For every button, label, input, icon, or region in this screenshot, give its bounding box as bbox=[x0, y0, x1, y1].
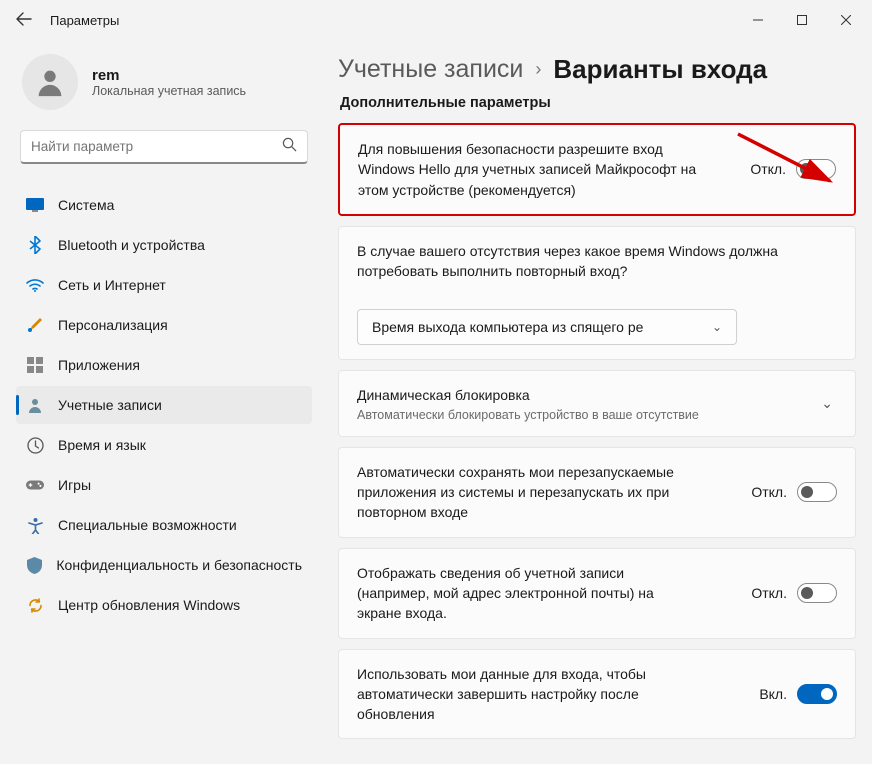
maximize-icon bbox=[797, 15, 807, 25]
toggle-account-info[interactable] bbox=[797, 583, 837, 603]
window-title: Параметры bbox=[50, 13, 119, 28]
person-icon bbox=[26, 396, 44, 414]
sidebar-item-windows-update[interactable]: Центр обновления Windows bbox=[16, 586, 312, 624]
sidebar-item-gaming[interactable]: Игры bbox=[16, 466, 312, 504]
toggle-state-label: Откл. bbox=[751, 484, 787, 500]
card-dynamic-lock[interactable]: Динамическая блокировка Автоматически бл… bbox=[338, 370, 856, 436]
search-icon bbox=[282, 137, 297, 157]
card-require-signin: В случае вашего отсутствия через какое в… bbox=[338, 226, 856, 361]
section-heading: Дополнительные параметры bbox=[340, 95, 856, 111]
sidebar-item-accessibility[interactable]: Специальные возможности bbox=[16, 506, 312, 544]
sidebar-item-label: Конфиденциальность и безопасность bbox=[56, 557, 302, 573]
sidebar-item-label: Время и язык bbox=[58, 437, 146, 453]
breadcrumb: Учетные записи › Варианты входа bbox=[338, 54, 856, 85]
close-icon bbox=[841, 15, 851, 25]
sidebar: rem Локальная учетная запись Система Blu… bbox=[0, 40, 320, 764]
accessibility-icon bbox=[26, 516, 44, 534]
search-input[interactable] bbox=[31, 139, 282, 154]
card-text: В случае вашего отсутствия через какое в… bbox=[357, 241, 837, 282]
card-text: Отображать сведения об учетной записи (н… bbox=[357, 563, 697, 624]
sidebar-item-label: Приложения bbox=[58, 357, 140, 373]
sidebar-item-label: Система bbox=[58, 197, 114, 213]
card-show-account-info: Отображать сведения об учетной записи (н… bbox=[338, 548, 856, 639]
dropdown-value: Время выхода компьютера из спящего ре bbox=[372, 319, 643, 335]
sidebar-item-system[interactable]: Система bbox=[16, 186, 312, 224]
chevron-down-icon[interactable]: ⌄ bbox=[817, 395, 837, 412]
toggle-state-label: Откл. bbox=[751, 585, 787, 601]
sidebar-item-privacy[interactable]: Конфиденциальность и безопасность bbox=[16, 546, 312, 584]
back-arrow-icon bbox=[16, 11, 32, 27]
apps-icon bbox=[26, 356, 44, 374]
avatar bbox=[22, 54, 78, 110]
user-name: rem bbox=[92, 67, 246, 84]
page-title: Варианты входа bbox=[553, 54, 767, 85]
gamepad-icon bbox=[26, 476, 44, 494]
sidebar-item-label: Учетные записи bbox=[58, 397, 162, 413]
nav-list: Система Bluetooth и устройства Сеть и Ин… bbox=[16, 186, 312, 624]
main-content: Учетные записи › Варианты входа Дополнит… bbox=[320, 40, 872, 764]
toggle-state-label: Откл. bbox=[750, 161, 786, 177]
wifi-icon bbox=[26, 276, 44, 294]
breadcrumb-parent[interactable]: Учетные записи bbox=[338, 55, 523, 84]
monitor-icon bbox=[26, 196, 44, 214]
toggle-state-label: Вкл. bbox=[759, 686, 787, 702]
sidebar-item-accounts[interactable]: Учетные записи bbox=[16, 386, 312, 424]
maximize-button[interactable] bbox=[780, 6, 824, 34]
chevron-right-icon: › bbox=[535, 59, 541, 80]
card-text: Для повышения безопасности разрешите вхо… bbox=[358, 139, 698, 200]
minimize-button[interactable] bbox=[736, 6, 780, 34]
card-autorestart-apps: Автоматически сохранять мои перезапускае… bbox=[338, 447, 856, 538]
user-block[interactable]: rem Локальная учетная запись bbox=[16, 44, 312, 130]
sidebar-item-network[interactable]: Сеть и Интернет bbox=[16, 266, 312, 304]
card-text: Автоматически сохранять мои перезапускае… bbox=[357, 462, 697, 523]
card-subtitle: Автоматически блокировать устройство в в… bbox=[357, 408, 801, 422]
toggle-windows-hello[interactable] bbox=[796, 159, 836, 179]
sidebar-item-apps[interactable]: Приложения bbox=[16, 346, 312, 384]
toggle-use-signin-info[interactable] bbox=[797, 684, 837, 704]
card-windows-hello: Для повышения безопасности разрешите вхо… bbox=[338, 123, 856, 216]
sidebar-item-bluetooth[interactable]: Bluetooth и устройства bbox=[16, 226, 312, 264]
sidebar-item-label: Игры bbox=[58, 477, 91, 493]
search-box[interactable] bbox=[20, 130, 308, 164]
person-icon bbox=[33, 65, 67, 99]
minimize-icon bbox=[753, 15, 763, 25]
sidebar-item-time-language[interactable]: Время и язык bbox=[16, 426, 312, 464]
sidebar-item-label: Сеть и Интернет bbox=[58, 277, 166, 293]
brush-icon bbox=[26, 316, 44, 334]
sidebar-item-label: Специальные возможности bbox=[58, 517, 237, 533]
card-use-signin-info: Использовать мои данные для входа, чтобы… bbox=[338, 649, 856, 740]
titlebar: Параметры bbox=[0, 0, 872, 40]
chevron-down-icon: ⌄ bbox=[712, 320, 722, 334]
toggle-autorestart[interactable] bbox=[797, 482, 837, 502]
bluetooth-icon bbox=[26, 236, 44, 254]
back-button[interactable] bbox=[16, 11, 44, 30]
sidebar-item-personalization[interactable]: Персонализация bbox=[16, 306, 312, 344]
user-subtitle: Локальная учетная запись bbox=[92, 84, 246, 98]
sidebar-item-label: Персонализация bbox=[58, 317, 168, 333]
shield-icon bbox=[26, 556, 42, 574]
sidebar-item-label: Центр обновления Windows bbox=[58, 597, 240, 613]
sidebar-item-label: Bluetooth и устройства bbox=[58, 237, 205, 253]
update-icon bbox=[26, 596, 44, 614]
dropdown-require-signin[interactable]: Время выхода компьютера из спящего ре ⌄ bbox=[357, 309, 737, 345]
card-text: Использовать мои данные для входа, чтобы… bbox=[357, 664, 697, 725]
close-button[interactable] bbox=[824, 6, 868, 34]
card-title: Динамическая блокировка bbox=[357, 385, 801, 405]
clock-globe-icon bbox=[26, 436, 44, 454]
